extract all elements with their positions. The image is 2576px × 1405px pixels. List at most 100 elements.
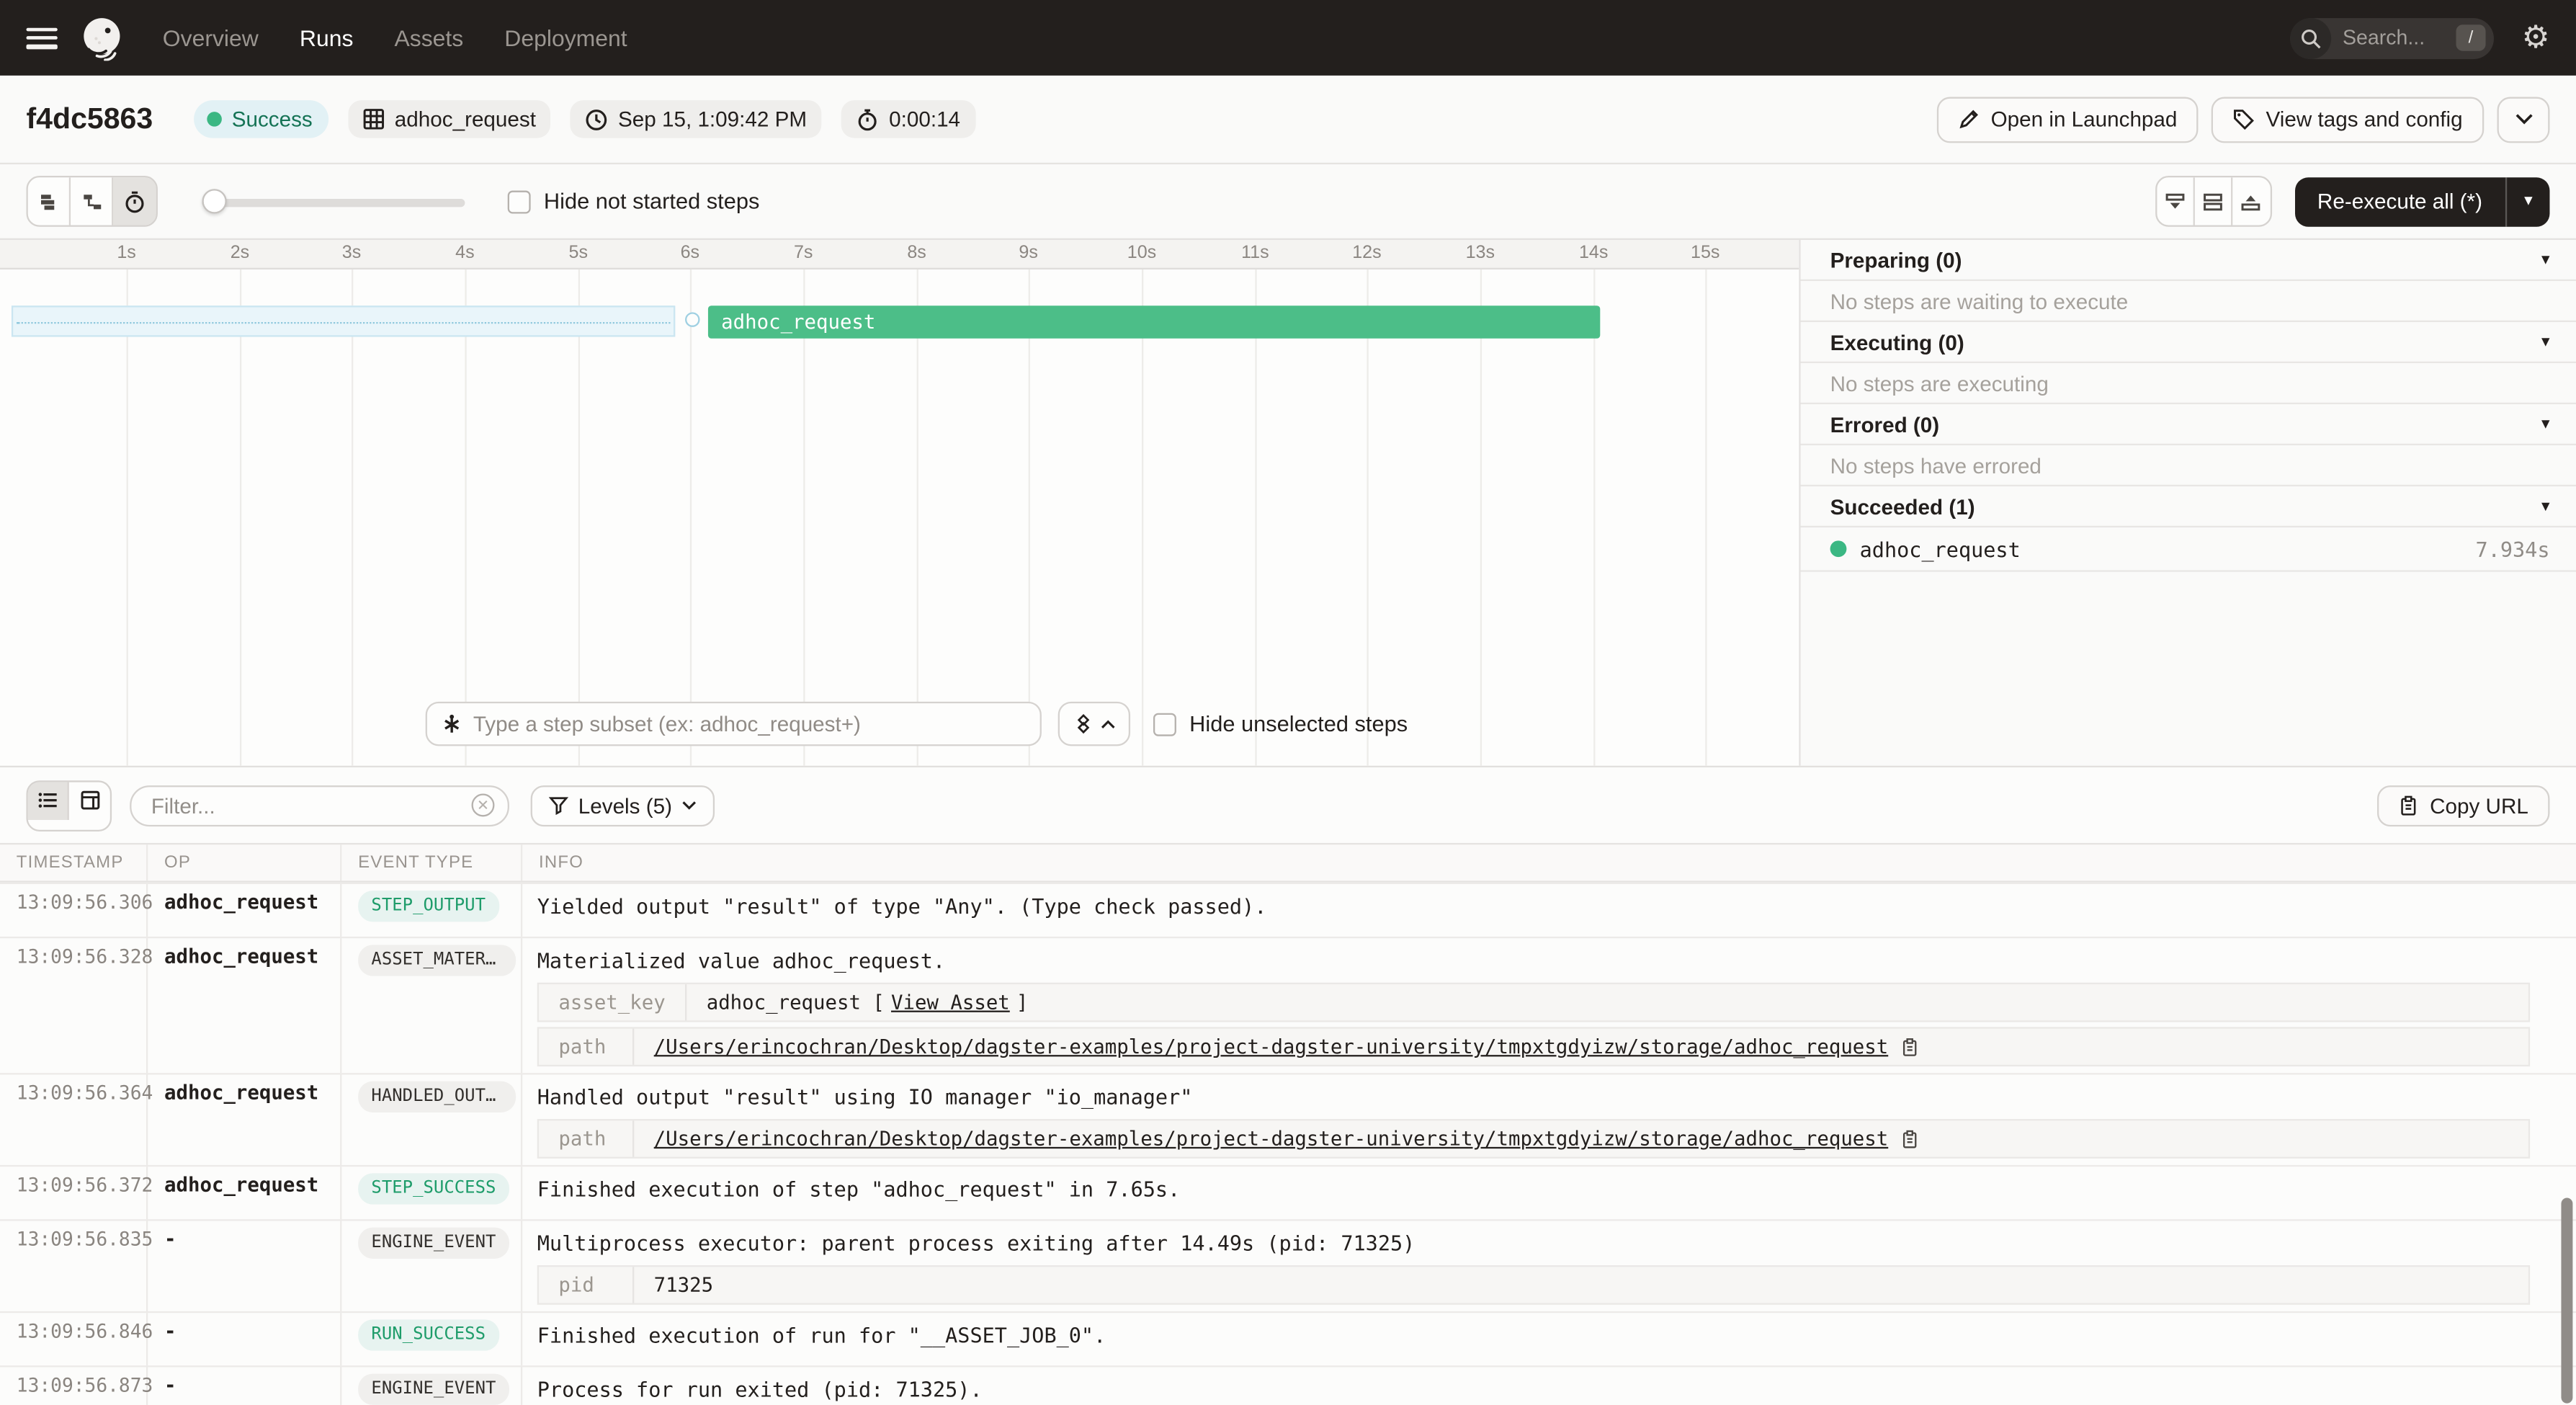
table-row[interactable]: 13:09:56.364 adhoc_request HANDLED_OUTPU…: [0, 1075, 2576, 1167]
cell-op: -: [148, 1367, 341, 1404]
log-list-view-button[interactable]: [28, 781, 69, 819]
cell-op: adhoc_request: [148, 938, 341, 1073]
copy-path-icon[interactable]: [1901, 1128, 1919, 1150]
col-timestamp: TIMESTAMP: [0, 844, 148, 880]
cell-timestamp: 13:09:56.306: [0, 884, 148, 937]
pid-value: 71325: [634, 1267, 733, 1303]
axis-tick: 2s: [212, 244, 268, 263]
hide-unselected-checkbox[interactable]: Hide unselected steps: [1153, 711, 1408, 736]
reexecute-all-label[interactable]: Re-execute all (*): [2294, 177, 2507, 226]
col-op: OP: [148, 844, 341, 880]
search-icon: [2290, 17, 2331, 58]
table-row[interactable]: 13:09:56.835 - ENGINE_EVENT Multiprocess…: [0, 1221, 2576, 1313]
success-dot-icon: [1830, 540, 1847, 557]
run-more-actions-button[interactable]: [2497, 96, 2550, 142]
caret-down-icon[interactable]: ▾: [2541, 251, 2549, 269]
collapse-down-button[interactable]: [2156, 177, 2193, 225]
copy-url-label: Copy URL: [2430, 793, 2528, 817]
panel-section-executing[interactable]: Executing (0) ▾: [1801, 322, 2576, 363]
log-table-body: 13:09:56.306 adhoc_request STEP_OUTPUT Y…: [0, 883, 2576, 1405]
table-row[interactable]: 13:09:56.328 adhoc_request ASSET_MATERIA…: [0, 938, 2576, 1074]
reexecute-caret-button[interactable]: ▾: [2507, 177, 2549, 226]
succeeded-step-name: adhoc_request: [1860, 537, 2021, 561]
table-row[interactable]: 13:09:56.372 adhoc_request STEP_SUCCESS …: [0, 1167, 2576, 1221]
step-subset-input[interactable]: Type a step subset (ex: adhoc_request+): [426, 702, 1042, 746]
gear-icon[interactable]: ⚙: [2522, 22, 2550, 53]
job-chip[interactable]: adhoc_request: [349, 100, 551, 138]
succeeded-step-row[interactable]: adhoc_request 7.934s: [1801, 527, 2576, 572]
reexecute-all-button[interactable]: Re-execute all (*) ▾: [2294, 177, 2549, 226]
open-in-launchpad-button[interactable]: Open in Launchpad: [1936, 96, 2199, 142]
table-row[interactable]: 13:09:56.846 - RUN_SUCCESS Finished exec…: [0, 1313, 2576, 1367]
vertical-scrollbar[interactable]: [2561, 1198, 2572, 1404]
timed-view-button[interactable]: [113, 177, 156, 225]
nav-item-assets[interactable]: Assets: [394, 24, 463, 50]
panel-section-errored[interactable]: Errored (0) ▾: [1801, 404, 2576, 445]
axis-tick: 13s: [1452, 244, 1508, 263]
caret-down-icon[interactable]: ▾: [2541, 415, 2549, 433]
view-asset-link[interactable]: View Asset: [891, 991, 1010, 1014]
panel-section-preparing[interactable]: Preparing (0) ▾: [1801, 240, 2576, 281]
gantt-chart: 1s 2s 3s 4s 5s 6s 7s 8s 9s 10s 11s 12s 1…: [0, 240, 1799, 766]
nav-item-overview[interactable]: Overview: [163, 24, 259, 50]
path-link[interactable]: /Users/erincochran/Desktop/dagster-examp…: [654, 1127, 1889, 1150]
slider-knob[interactable]: [202, 188, 227, 213]
panel-section-succeeded[interactable]: Succeeded (1) ▾: [1801, 486, 2576, 527]
collapse-down-icon: [2163, 189, 2186, 213]
copy-path-icon[interactable]: [1901, 1036, 1919, 1058]
job-grid-icon: [363, 109, 385, 130]
col-info: INFO: [522, 844, 2576, 880]
cell-timestamp: 13:09:56.846: [0, 1313, 148, 1365]
waterfall-view-button[interactable]: [71, 177, 113, 225]
event-type-pill: STEP_OUTPUT: [358, 891, 498, 922]
axis-tick: 1s: [99, 244, 155, 263]
gantt-zoom-slider[interactable]: [202, 188, 465, 214]
dagster-logo[interactable]: [79, 15, 125, 61]
cell-info: Finished execution of step "adhoc_reques…: [522, 1167, 2576, 1219]
hamburger-menu-icon[interactable]: [26, 27, 57, 49]
log-structured-view-button[interactable]: [69, 781, 110, 819]
job-chip-label: adhoc_request: [395, 107, 536, 131]
metadata-row-asset-key: asset_key adhoc_request [ View Asset ]: [537, 983, 2530, 1022]
levels-dropdown[interactable]: Levels (5): [531, 785, 715, 826]
nav-item-runs[interactable]: Runs: [300, 24, 354, 50]
gantt-step-bar[interactable]: adhoc_request: [708, 305, 1600, 339]
status-badge: Success: [194, 100, 328, 138]
op-selector-icon: [440, 713, 463, 736]
tag-icon: [2233, 109, 2255, 130]
start-time-chip: Sep 15, 1:09:42 PM: [571, 100, 822, 138]
cell-info: Finished execution of run for "__ASSET_J…: [522, 1313, 2576, 1365]
chevron-up-icon: [1101, 719, 1116, 729]
log-filter-input[interactable]: Filter... ✕: [130, 785, 509, 826]
caret-down-icon[interactable]: ▾: [2541, 333, 2549, 351]
event-type-pill: ENGINE_EVENT: [358, 1374, 509, 1405]
split-panels-button[interactable]: [2194, 177, 2232, 225]
clear-filter-icon[interactable]: ✕: [472, 794, 495, 817]
path-link[interactable]: /Users/erincochran/Desktop/dagster-examp…: [654, 1035, 1889, 1058]
section-title: Errored (0): [1830, 411, 1940, 436]
search-input[interactable]: Search... /: [2290, 17, 2494, 58]
nav-item-deployment[interactable]: Deployment: [504, 24, 627, 50]
step-subset-row: Type a step subset (ex: adhoc_request+) …: [0, 702, 1799, 746]
caret-down-icon[interactable]: ▾: [2541, 497, 2549, 515]
metadata-row-pid: pid 71325: [537, 1265, 2530, 1305]
cell-timestamp: 13:09:56.835: [0, 1221, 148, 1311]
axis-tick: 7s: [775, 244, 831, 263]
view-tags-config-button[interactable]: View tags and config: [2211, 96, 2484, 142]
copy-url-button[interactable]: Copy URL: [2377, 785, 2549, 826]
table-row[interactable]: 13:09:56.306 adhoc_request STEP_OUTPUT Y…: [0, 884, 2576, 938]
step-subset-apply-button[interactable]: [1058, 702, 1130, 746]
hide-not-started-checkbox[interactable]: Hide not started steps: [508, 189, 760, 213]
collapse-up-button[interactable]: [2232, 177, 2269, 225]
waterfall-view-icon: [80, 189, 103, 213]
cell-op: -: [148, 1313, 341, 1365]
panel-layout-group: [2155, 176, 2271, 227]
collapse-up-icon: [2240, 189, 2263, 213]
axis-tick: 4s: [437, 244, 493, 263]
table-row[interactable]: 13:09:56.873 - ENGINE_EVENT Process for …: [0, 1367, 2576, 1404]
event-log-section: Filter... ✕ Levels (5) Copy URL TIMESTAM…: [0, 766, 2576, 1405]
flat-view-button[interactable]: [28, 177, 71, 225]
stopwatch-icon: [857, 107, 880, 130]
section-title: Executing (0): [1830, 329, 1964, 354]
event-type-pill: ENGINE_EVENT: [358, 1228, 509, 1259]
